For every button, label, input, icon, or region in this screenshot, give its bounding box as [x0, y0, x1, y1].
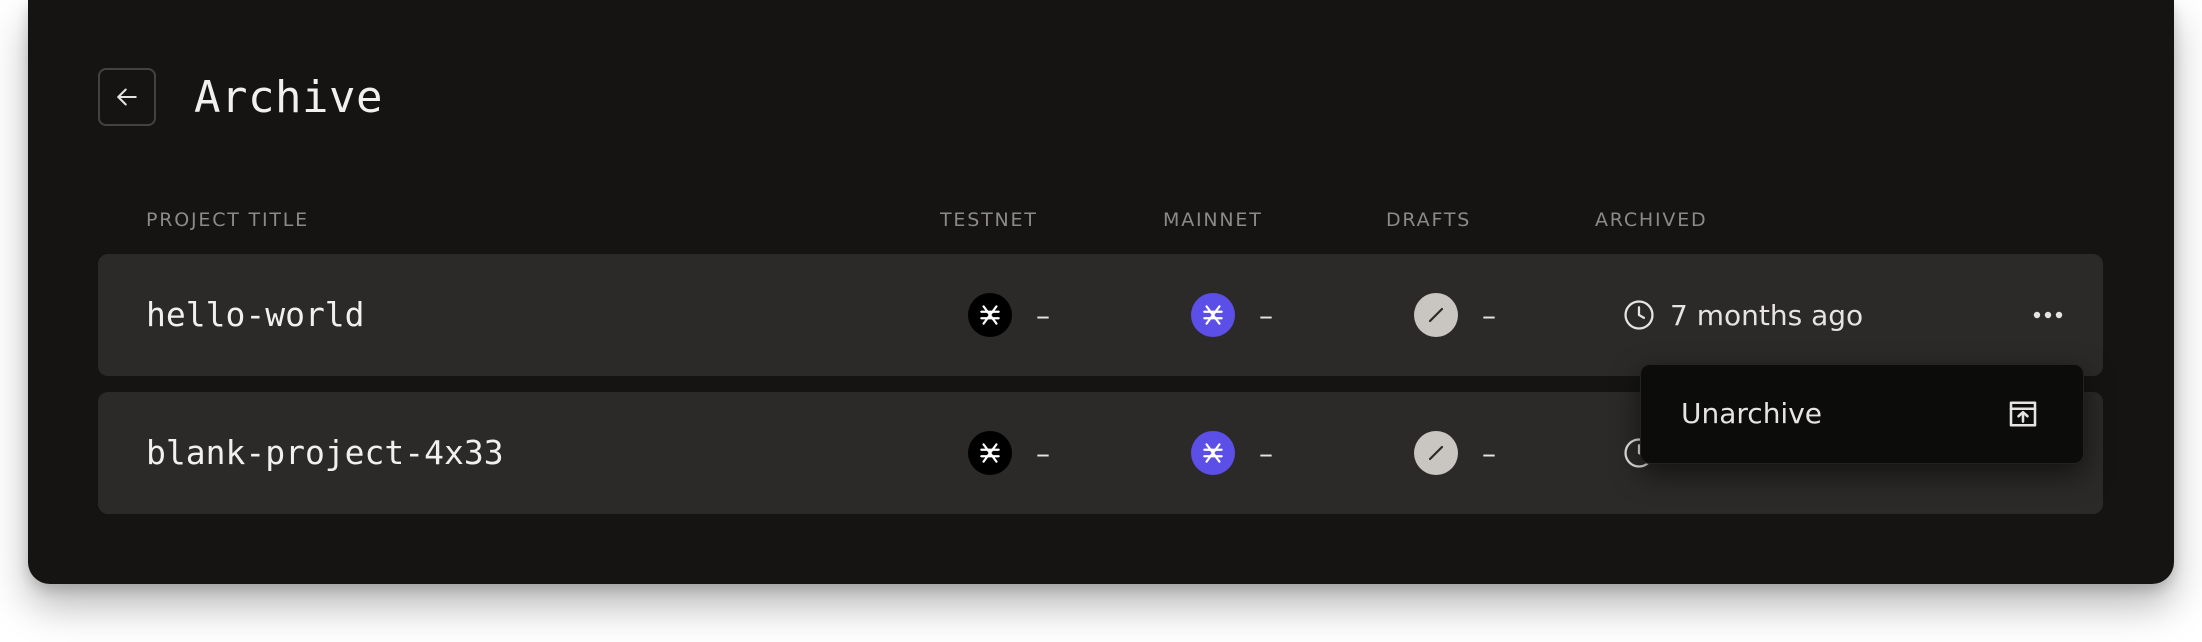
archived-cell: 7 months ago	[1622, 293, 1863, 337]
column-header-archived: ARCHIVED	[1595, 209, 1708, 231]
drafts-cell: –	[1414, 293, 1496, 337]
stellar-icon	[1191, 293, 1235, 337]
clock-icon	[1624, 300, 1654, 330]
mainnet-cell: –	[1191, 431, 1273, 475]
project-title[interactable]: hello-world	[146, 254, 365, 376]
column-header-mainnet: MAINNET	[1163, 209, 1263, 231]
stellar-icon	[968, 293, 1012, 337]
project-title[interactable]: blank-project-4x33	[146, 392, 504, 514]
testnet-value: –	[1036, 436, 1050, 470]
stellar-icon	[1191, 431, 1235, 475]
more-horizontal-icon	[2033, 311, 2063, 319]
table-row[interactable]: hello-world – – – 7 months ago	[98, 254, 2103, 376]
column-header-testnet: TESTNET	[940, 209, 1038, 231]
testnet-cell: –	[968, 431, 1050, 475]
testnet-value: –	[1036, 298, 1050, 332]
unarchive-box-icon	[2009, 401, 2037, 427]
mainnet-cell: –	[1191, 293, 1273, 337]
column-header-drafts: DRAFTS	[1386, 209, 1472, 231]
back-button[interactable]	[98, 68, 156, 126]
slash-icon	[1414, 431, 1458, 475]
unarchive-menu-item[interactable]: Unarchive	[1641, 365, 2083, 463]
drafts-value: –	[1482, 436, 1496, 470]
drafts-value: –	[1482, 298, 1496, 332]
table-header: PROJECT TITLE TESTNET MAINNET DRAFTS ARC…	[28, 206, 2174, 234]
slash-icon	[1414, 293, 1458, 337]
page-title: Archive	[194, 72, 383, 123]
mainnet-value: –	[1259, 298, 1273, 332]
archived-time: 7 months ago	[1670, 298, 1864, 332]
unarchive-label: Unarchive	[1681, 397, 1823, 430]
column-header-project-title: PROJECT TITLE	[146, 209, 309, 231]
archive-panel: Archive PROJECT TITLE TESTNET MAINNET DR…	[28, 0, 2174, 584]
mainnet-value: –	[1259, 436, 1273, 470]
drafts-cell: –	[1414, 431, 1496, 475]
row-context-menu: Unarchive	[1640, 364, 2084, 464]
stellar-icon	[968, 431, 1012, 475]
more-options-button[interactable]	[2026, 295, 2070, 335]
testnet-cell: –	[968, 293, 1050, 337]
arrow-left-icon	[117, 88, 137, 106]
